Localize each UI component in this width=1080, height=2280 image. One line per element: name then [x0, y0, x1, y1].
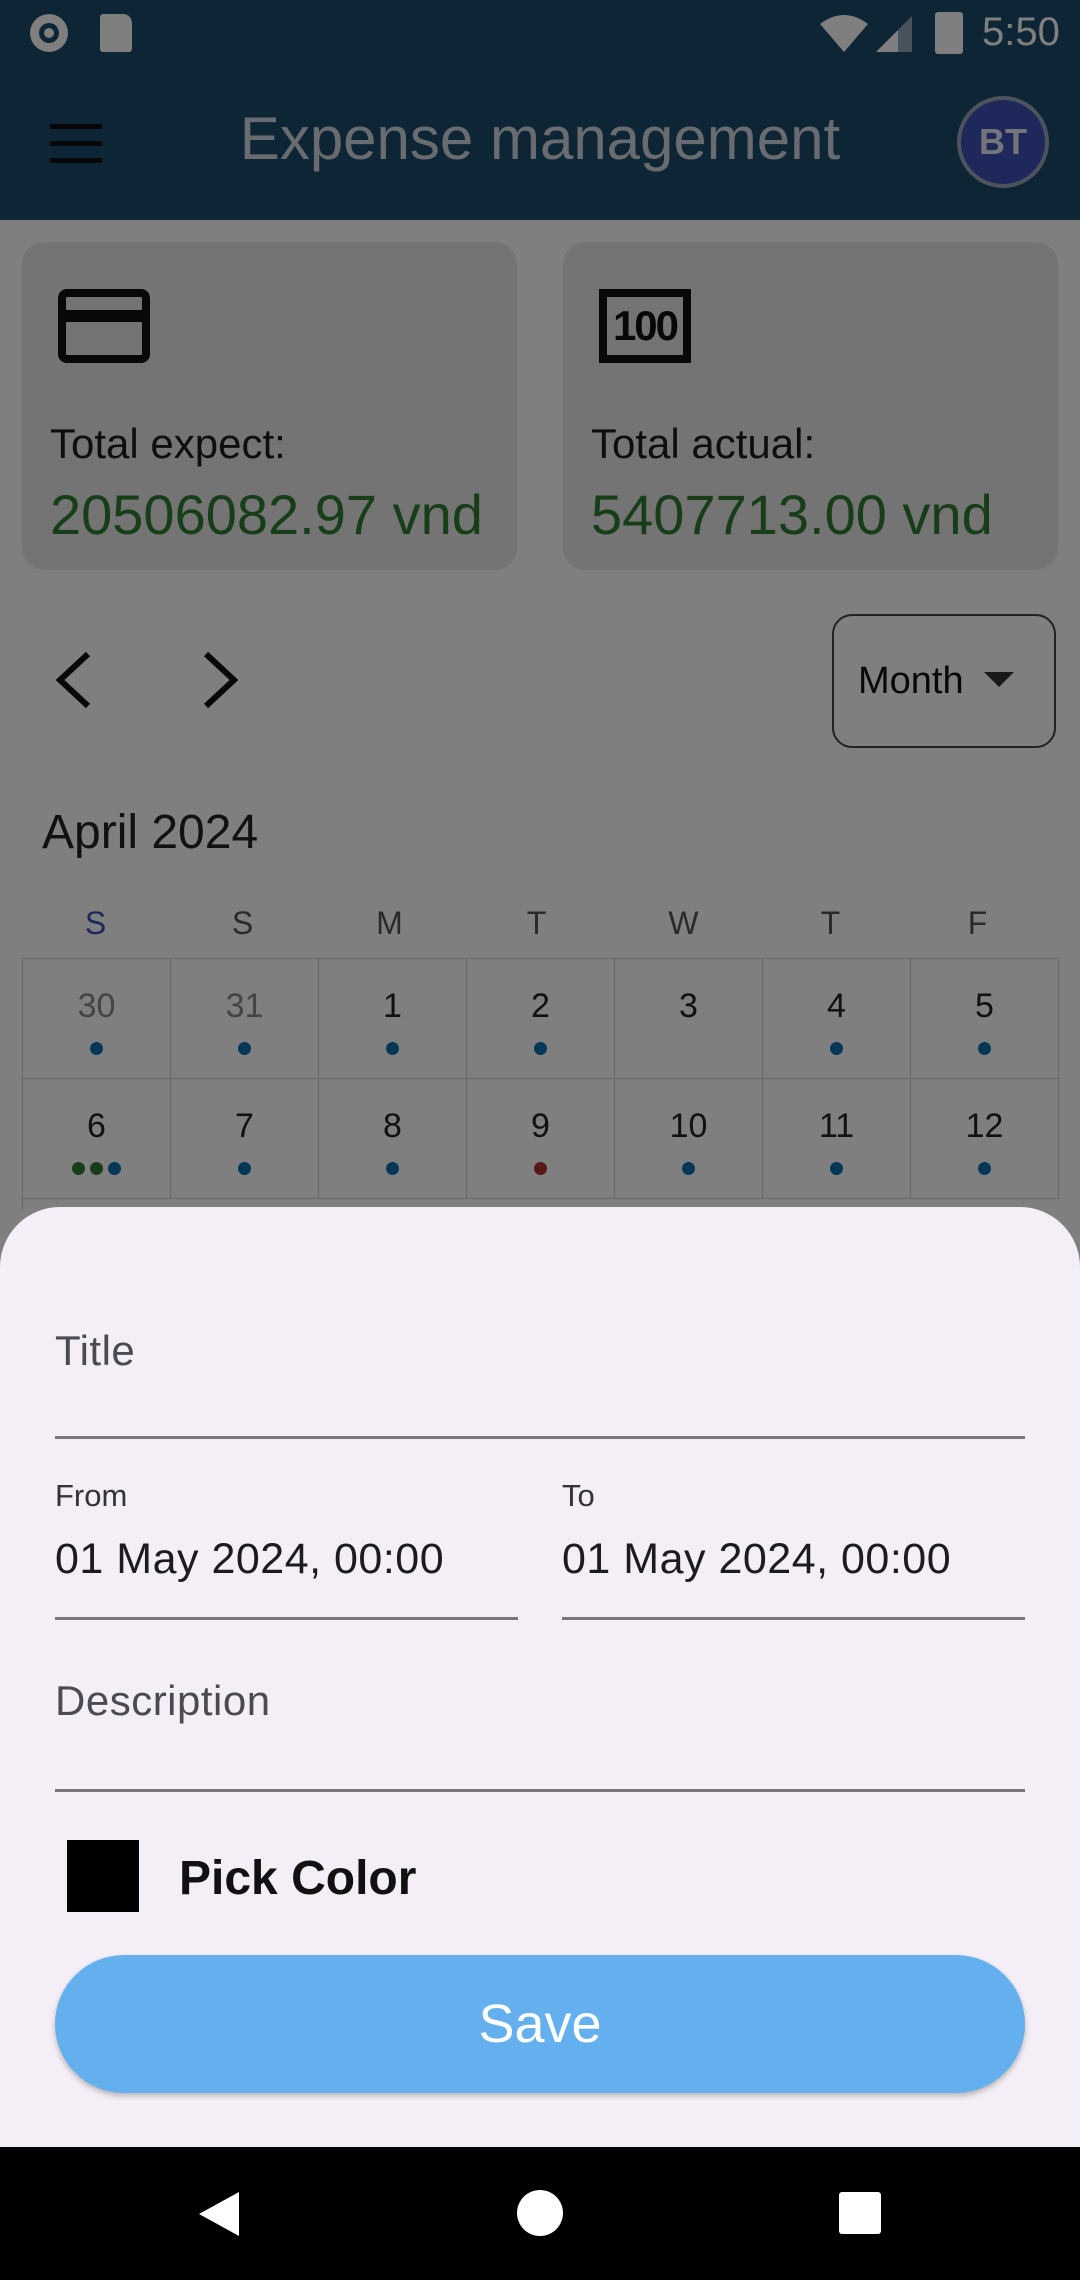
to-date-underline: [562, 1617, 1025, 1620]
description-field[interactable]: Description: [55, 1667, 1025, 1792]
to-date-field[interactable]: To 01 May 2024, 00:00: [562, 1470, 1025, 1620]
description-field-underline: [55, 1789, 1025, 1792]
from-date-field[interactable]: From 01 May 2024, 00:00: [55, 1470, 518, 1620]
save-button[interactable]: Save: [55, 1955, 1025, 2093]
recents-icon[interactable]: [839, 2192, 881, 2234]
back-icon[interactable]: [195, 2190, 243, 2238]
color-swatch[interactable]: [67, 1840, 139, 1912]
pick-color-row[interactable]: Pick Color: [67, 1837, 467, 1913]
from-date-underline: [55, 1617, 518, 1620]
from-date-value: 01 May 2024, 00:00: [55, 1535, 445, 1583]
title-field[interactable]: Title: [55, 1317, 1025, 1440]
to-date-value: 01 May 2024, 00:00: [562, 1535, 952, 1583]
system-navigation-bar: [0, 2147, 1080, 2280]
home-icon[interactable]: [517, 2190, 563, 2236]
to-date-label: To: [562, 1478, 595, 1513]
title-field-label: Title: [55, 1327, 136, 1374]
description-field-label: Description: [55, 1677, 271, 1724]
pick-color-label: Pick Color: [179, 1852, 417, 1905]
title-field-underline: [55, 1436, 1025, 1439]
from-date-label: From: [55, 1478, 128, 1513]
